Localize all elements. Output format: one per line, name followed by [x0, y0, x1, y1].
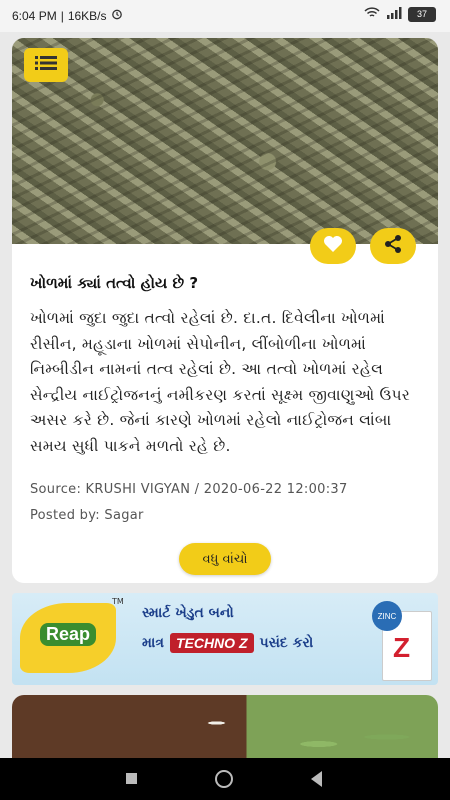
- status-time: 6:04 PM: [12, 8, 57, 23]
- article-body: ખોળમાં જુદા જુદા તત્વો રહેલાં છે. દા.ત. …: [30, 309, 410, 455]
- recents-icon[interactable]: [126, 773, 137, 784]
- menu-button[interactable]: [24, 48, 68, 82]
- share-button[interactable]: [370, 228, 416, 264]
- article-image: [12, 38, 438, 244]
- heart-icon: [323, 235, 343, 257]
- zinc-badge: ZINC: [372, 601, 402, 631]
- system-nav-bar: [0, 758, 450, 800]
- status-net-speed: 16KB/s: [67, 8, 107, 23]
- product-name: TECHNO Z: [169, 633, 254, 653]
- menu-icon: [35, 55, 57, 75]
- article-card[interactable]: ખોળમાં ક્યાં તત્વો હોય છે ? ખોળમાં જુદા …: [12, 38, 438, 583]
- alarm-icon: [111, 8, 123, 23]
- banner-subline: માત્ર TECHNO Z પસંદ કરો: [142, 633, 314, 653]
- home-icon[interactable]: [215, 770, 233, 788]
- back-icon[interactable]: [311, 771, 322, 787]
- ad-banner[interactable]: Reap TM સ્માર્ટ ખેડુત બનો માત્ર TECHNO Z…: [12, 593, 438, 685]
- article-source: Source: KRUSHI VIGYAN / 2020-06-22 12:00…: [30, 482, 348, 497]
- article-title: ખોળમાં ક્યાં તત્વો હોય છે ?: [30, 274, 199, 292]
- share-icon: [383, 234, 403, 258]
- status-bar: 6:04 PM | 16KB/s 37: [0, 0, 450, 32]
- wifi-icon: [364, 7, 380, 22]
- article-author: Posted by: Sagar: [30, 508, 144, 523]
- read-more-button[interactable]: વધુ વાંચો: [179, 543, 271, 575]
- like-button[interactable]: [310, 228, 356, 264]
- signal-icon: [386, 7, 402, 22]
- next-article-card[interactable]: [12, 695, 438, 765]
- brand-label: Reap: [40, 623, 97, 646]
- battery-icon: 37: [408, 7, 436, 22]
- banner-headline: સ્માર્ટ ખેડુત બનો: [142, 605, 234, 621]
